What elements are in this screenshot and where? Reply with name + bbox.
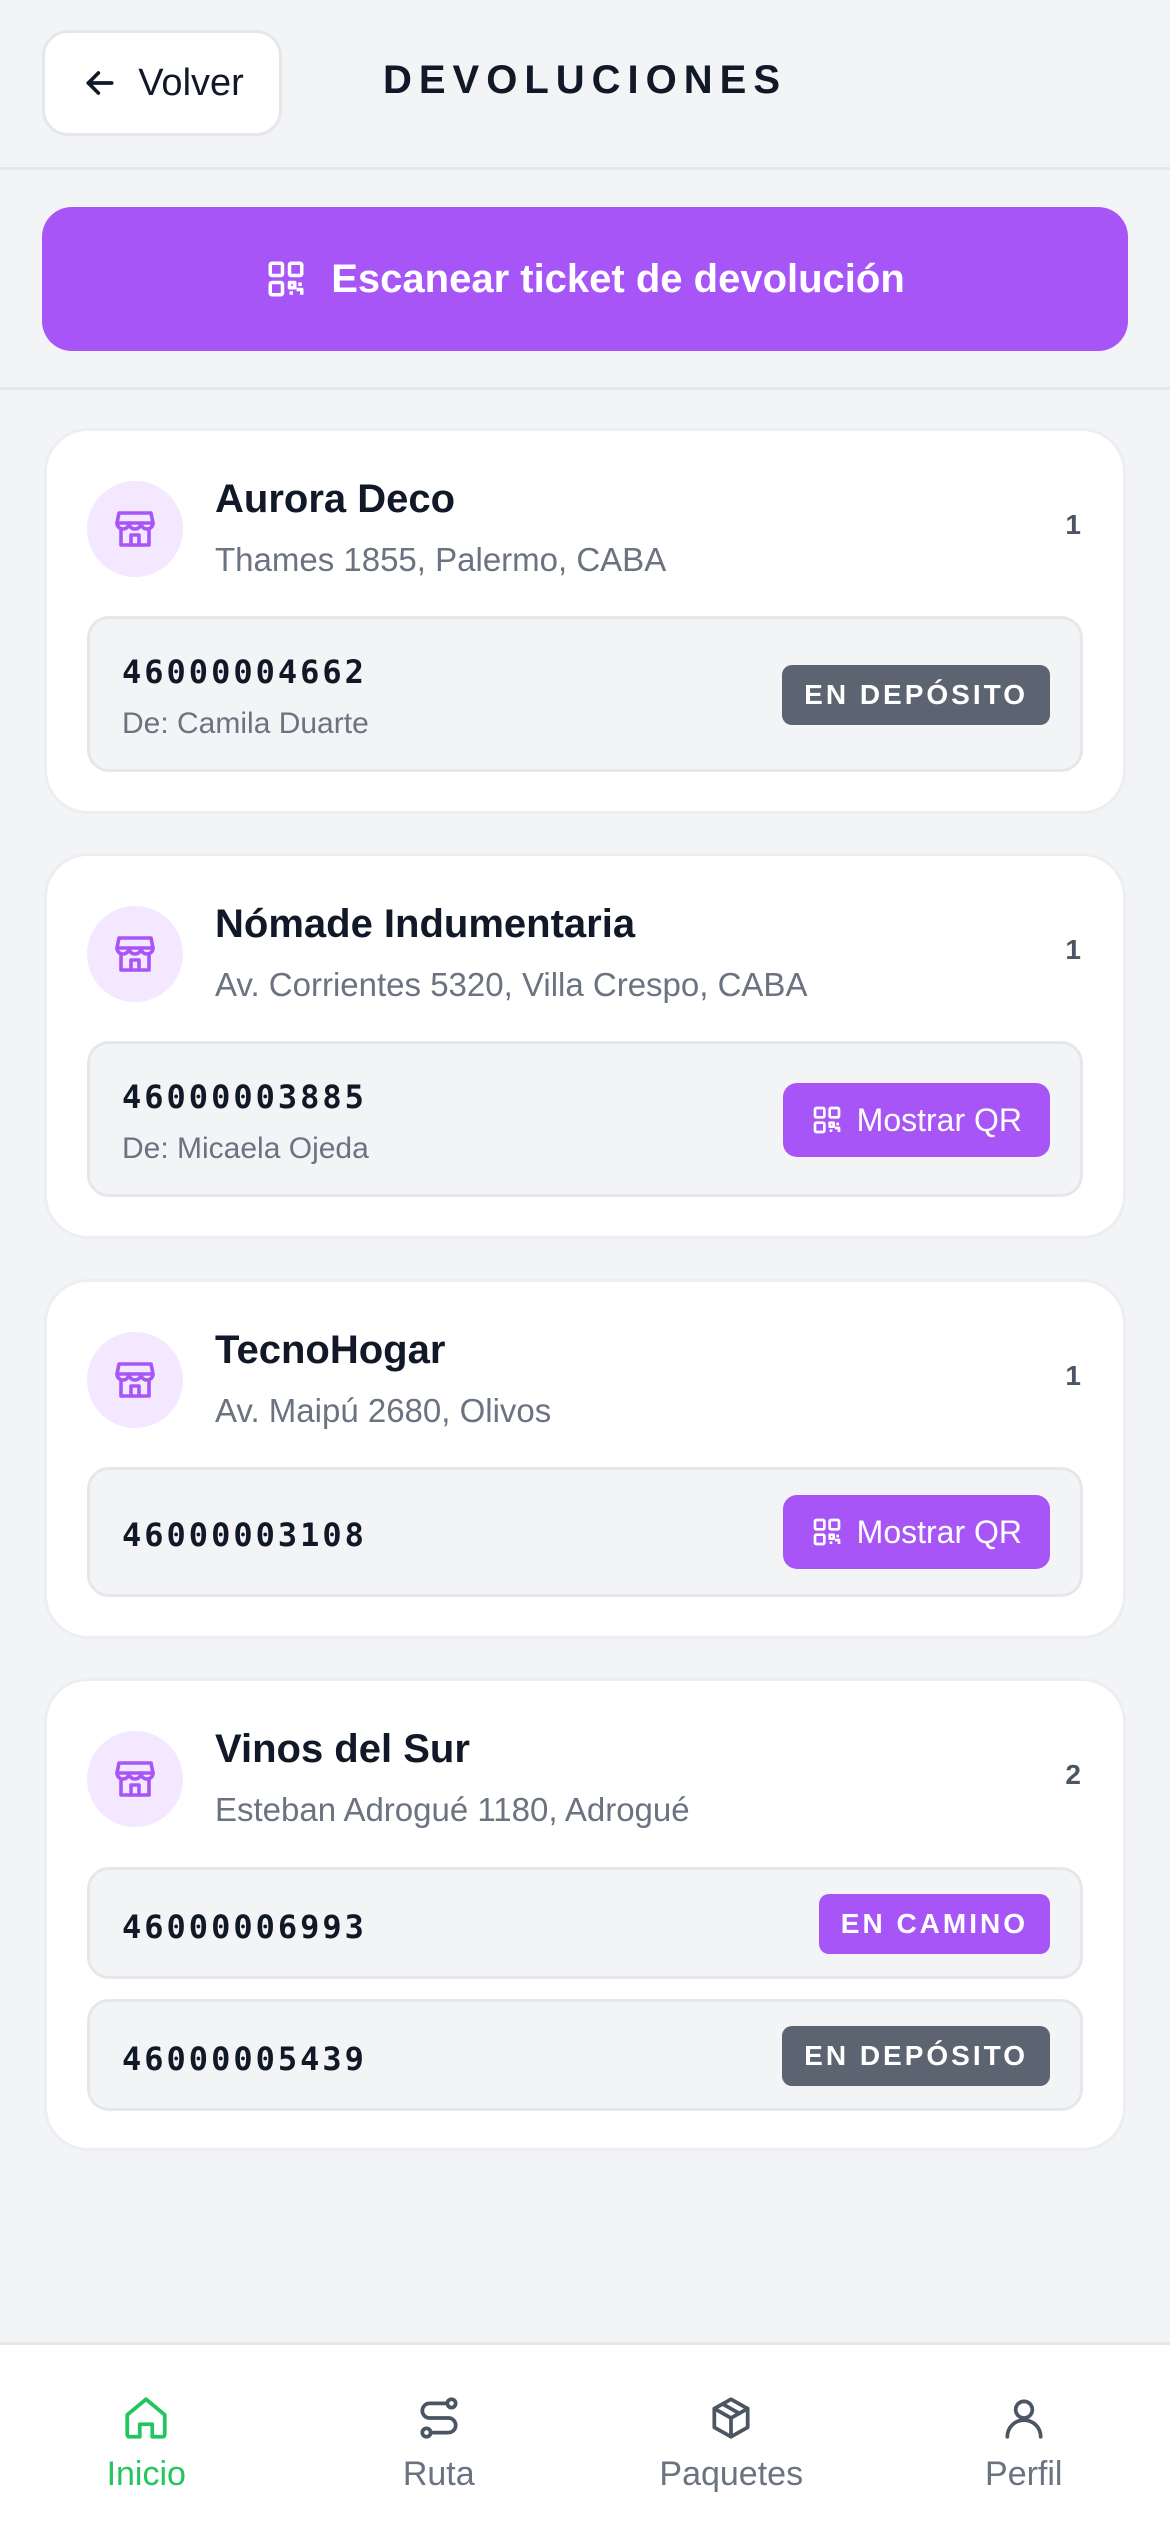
store-avatar: [87, 1731, 183, 1827]
package-row[interactable]: 46000005439 EN DEPÓSITO: [87, 1999, 1083, 2111]
scan-ticket-button[interactable]: Escanear ticket de devolución: [42, 207, 1128, 351]
route-icon: [420, 2397, 458, 2439]
package-row[interactable]: 46000004662 De: Camila Duarte EN DEPÓSIT…: [87, 616, 1083, 772]
store-name: Vinos del Sur: [215, 1727, 470, 1771]
store-address: Av. Corrientes 5320, Villa Crespo, CABA: [215, 966, 808, 1003]
store-avatar: [87, 481, 183, 577]
package-code: 46000004662: [122, 653, 367, 691]
package-count: 2: [1065, 1759, 1081, 1790]
scan-ticket-label: Escanear ticket de devolución: [331, 256, 905, 301]
nav-item-perfil[interactable]: Perfil: [878, 2345, 1170, 2532]
nav-item-ruta[interactable]: Ruta: [293, 2345, 586, 2532]
package-row[interactable]: 46000003885 De: Micaela Ojeda Mostrar QR: [87, 1041, 1083, 1197]
nav-item-paquetes[interactable]: Paquetes: [585, 2345, 878, 2532]
store-icon: [115, 936, 155, 972]
store-icon: [115, 1362, 155, 1398]
package-code: 46000005439: [122, 2040, 367, 2078]
store-name: TecnoHogar: [215, 1328, 446, 1372]
package-count: 1: [1065, 934, 1081, 965]
store-card: TecnoHogar Av. Maipú 2680, Olivos 1 4600…: [44, 1279, 1126, 1639]
status-badge: EN DEPÓSITO: [782, 665, 1050, 725]
nav-item-inicio[interactable]: Inicio: [0, 2345, 293, 2532]
package-sender: De: Camila Duarte: [122, 707, 369, 740]
store-address: Thames 1855, Palermo, CABA: [215, 541, 667, 578]
store-card: Vinos del Sur Esteban Adrogué 1180, Adro…: [44, 1678, 1126, 2151]
package-count: 1: [1065, 509, 1081, 540]
scan-section: Escanear ticket de devolución: [0, 170, 1170, 390]
store-address: Av. Maipú 2680, Olivos: [215, 1392, 552, 1429]
package-code: 46000003885: [122, 1078, 367, 1116]
nav-label: Inicio: [106, 2455, 186, 2493]
store-address: Esteban Adrogué 1180, Adrogué: [215, 1791, 690, 1828]
store-avatar: [87, 1332, 183, 1428]
package-sender: De: Micaela Ojeda: [122, 1132, 369, 1165]
package-count: 1: [1065, 1360, 1081, 1391]
show-qr-button[interactable]: Mostrar QR: [782, 1495, 1050, 1569]
show-qr-button[interactable]: Mostrar QR: [782, 1083, 1050, 1157]
package-row[interactable]: 46000003108 Mostrar QR: [87, 1467, 1083, 1597]
store-icon: [115, 1761, 155, 1797]
nav-label: Perfil: [985, 2455, 1063, 2493]
store-name: Nómade Indumentaria: [215, 902, 636, 946]
show-qr-label: Mostrar QR: [856, 1513, 1022, 1550]
header: Volver DEVOLUCIONES: [0, 0, 1170, 170]
store-icon: [115, 511, 155, 547]
nav-label: Paquetes: [659, 2455, 804, 2493]
store-card: Aurora Deco Thames 1855, Palermo, CABA 1…: [44, 428, 1126, 814]
store-avatar: [87, 906, 183, 1002]
qr-code-icon: [268, 261, 304, 297]
user-icon: [1005, 2399, 1043, 2439]
package-code: 46000003108: [122, 1516, 367, 1554]
status-badge: EN DEPÓSITO: [782, 2026, 1050, 2086]
store-card: Nómade Indumentaria Av. Corrientes 5320,…: [44, 853, 1126, 1239]
show-qr-label: Mostrar QR: [856, 1101, 1022, 1138]
nav-label: Ruta: [402, 2455, 475, 2493]
status-badge: EN CAMINO: [818, 1894, 1050, 1954]
bottom-nav: Inicio Ruta Paquetes Perfil: [0, 2342, 1170, 2532]
qr-code-icon: [813, 1106, 840, 1134]
package-row[interactable]: 46000006993 EN CAMINO: [87, 1867, 1083, 1979]
qr-code-icon: [813, 1518, 840, 1546]
store-name: Aurora Deco: [215, 477, 456, 521]
package-code: 46000006993: [122, 1908, 367, 1946]
package-icon: [712, 2397, 750, 2439]
home-icon: [125, 2397, 167, 2439]
page-title: DEVOLUCIONES: [382, 58, 788, 102]
